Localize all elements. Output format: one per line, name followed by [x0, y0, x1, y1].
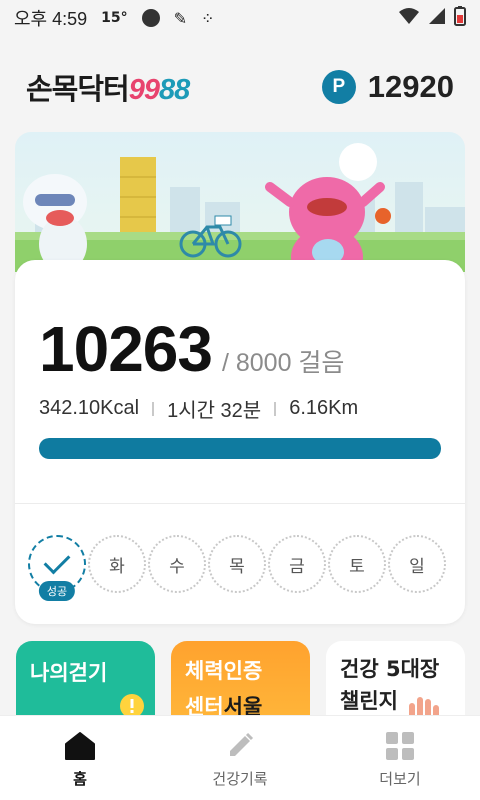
status-time: 오후 4:59	[14, 9, 88, 29]
circle-icon	[141, 9, 160, 27]
step-count: 10263	[39, 313, 213, 385]
nav-more[interactable]: 더보기	[320, 716, 480, 800]
home-icon	[64, 728, 96, 764]
nav-health-record[interactable]: 건강기록	[160, 716, 320, 800]
stats-separator	[274, 401, 277, 416]
day-circle[interactable]: 금	[268, 535, 326, 593]
logo-korean: 손목닥터	[26, 74, 130, 106]
day-circle[interactable]: 수	[148, 535, 206, 593]
challenge-label-line1: 건강 5대장	[340, 657, 440, 681]
bottom-navigation: 홈 건강기록 더보기	[0, 715, 480, 800]
success-badge: 성공	[38, 581, 76, 601]
weekly-tracker: 성공 화 수 목 금 토 일	[28, 535, 448, 601]
app-header: 손목닥터 99 88 P 12920	[0, 55, 480, 119]
status-temperature: 15°	[101, 10, 128, 26]
steps-card[interactable]: 10263 / 8000 걸음 342.10Kcal 1시간 32분 6.16K…	[15, 260, 465, 624]
day-circle[interactable]: 목	[208, 535, 266, 593]
glide-icon: ✎	[173, 8, 188, 28]
calories-value: 342.10Kcal	[39, 397, 140, 419]
nav-home-label: 홈	[73, 769, 87, 788]
step-progress-bar	[39, 438, 441, 459]
status-bar: 오후 4:59 15° ✎ ⁘	[0, 0, 480, 36]
activity-stats: 342.10Kcal 1시간 32분 6.16Km	[39, 394, 358, 423]
logo-number-99: 99	[128, 74, 160, 106]
banner-illustration[interactable]	[15, 132, 465, 272]
steps-row: 10263 / 8000 걸음	[39, 312, 344, 386]
logo-number-88: 88	[159, 74, 190, 106]
grid-dots-icon: ⁘	[201, 8, 215, 28]
day-circle[interactable]: 화	[88, 535, 146, 593]
nav-more-label: 더보기	[379, 769, 421, 788]
check-icon	[43, 547, 71, 575]
fitness-label-line1: 체력인증	[185, 659, 263, 683]
pencil-icon	[224, 728, 256, 764]
points-display[interactable]: P 12920	[321, 69, 454, 105]
signal-icon	[428, 7, 446, 30]
grid-icon	[385, 728, 415, 764]
step-progress-fill	[39, 438, 441, 459]
points-icon: P	[321, 70, 356, 104]
day-circle[interactable]: 토	[328, 535, 386, 593]
card-divider	[15, 503, 465, 504]
wifi-icon	[398, 7, 420, 30]
my-walk-label: 나의걷기	[30, 661, 108, 685]
stats-separator	[152, 401, 155, 416]
points-value: 12920	[367, 69, 454, 104]
day-circle[interactable]: 일	[388, 535, 446, 593]
duration-value: 1시간 32분	[167, 400, 262, 422]
day-done-indicator[interactable]: 성공	[28, 535, 86, 601]
nav-health-record-label: 건강기록	[212, 769, 268, 788]
nav-home[interactable]: 홈	[0, 716, 160, 800]
battery-icon	[454, 5, 466, 31]
distance-value: 6.16Km	[289, 397, 359, 419]
app-logo[interactable]: 손목닥터 99 88	[26, 66, 190, 108]
step-goal: / 8000 걸음	[221, 349, 345, 377]
